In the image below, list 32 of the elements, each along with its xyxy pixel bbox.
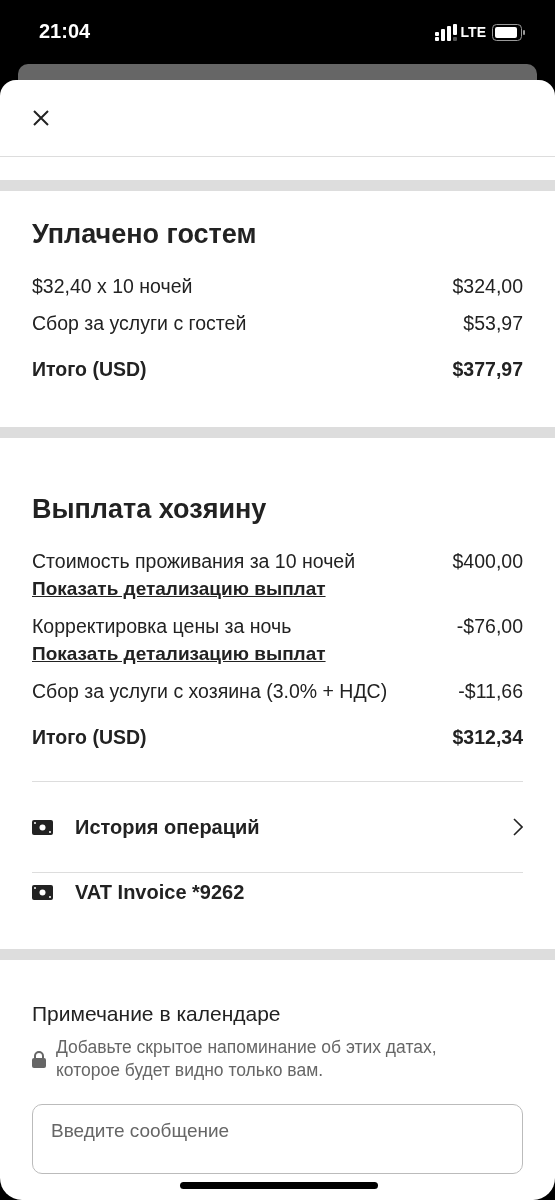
close-icon[interactable] — [32, 109, 50, 127]
total-amount: $377,97 — [452, 357, 523, 382]
line-item-label: Корректировка цены за ночь — [32, 614, 292, 639]
line-item-amount: -$76,00 — [456, 614, 523, 639]
line-item-amount: $53,97 — [463, 311, 523, 336]
message-field[interactable]: Введите сообщение — [32, 1104, 523, 1174]
payout-details-link[interactable]: Показать детализацию выплат — [32, 640, 523, 668]
network-label: LTE — [460, 24, 486, 40]
battery-icon — [492, 23, 525, 41]
line-item-amount: -$11,66 — [458, 679, 523, 704]
chevron-right-icon[interactable] — [513, 818, 523, 836]
line-item-label: $32,40 x 10 ночей — [32, 274, 193, 299]
line-item-amount: $400,00 — [452, 549, 523, 574]
note-hint: Добавьте скрытое напоминание об этих датах, которое будет видно только вам. — [56, 1036, 438, 1082]
line-item-amount: $324,00 — [452, 274, 523, 299]
total-amount: $312,34 — [452, 725, 523, 750]
payout-details-link[interactable]: Показать детализацию выплат — [32, 575, 523, 603]
banknote-icon — [32, 884, 53, 900]
line-item-label: Сбор за услуги с гостей — [32, 311, 247, 336]
line-item-label: Стоимость проживания за 10 ночей — [32, 549, 356, 574]
clock: 21:04 — [39, 19, 92, 43]
line-item-label: Сбор за услуги с хозяина (3.0% + НДС) — [32, 679, 388, 704]
lock-icon — [32, 1050, 46, 1068]
section-title: Уплачено гостем — [32, 219, 258, 250]
total-label: Итого (USD) — [32, 357, 147, 382]
menu-item-label[interactable]: История операций — [75, 815, 513, 839]
signal-icon — [434, 23, 457, 41]
note-title: Примечание в календаре — [32, 1002, 282, 1026]
banknote-icon — [32, 819, 53, 835]
total-label: Итого (USD) — [32, 725, 147, 750]
section-title: Выплата хозяину — [32, 494, 268, 525]
menu-item-label[interactable]: VAT Invoice *9262 — [75, 880, 523, 904]
